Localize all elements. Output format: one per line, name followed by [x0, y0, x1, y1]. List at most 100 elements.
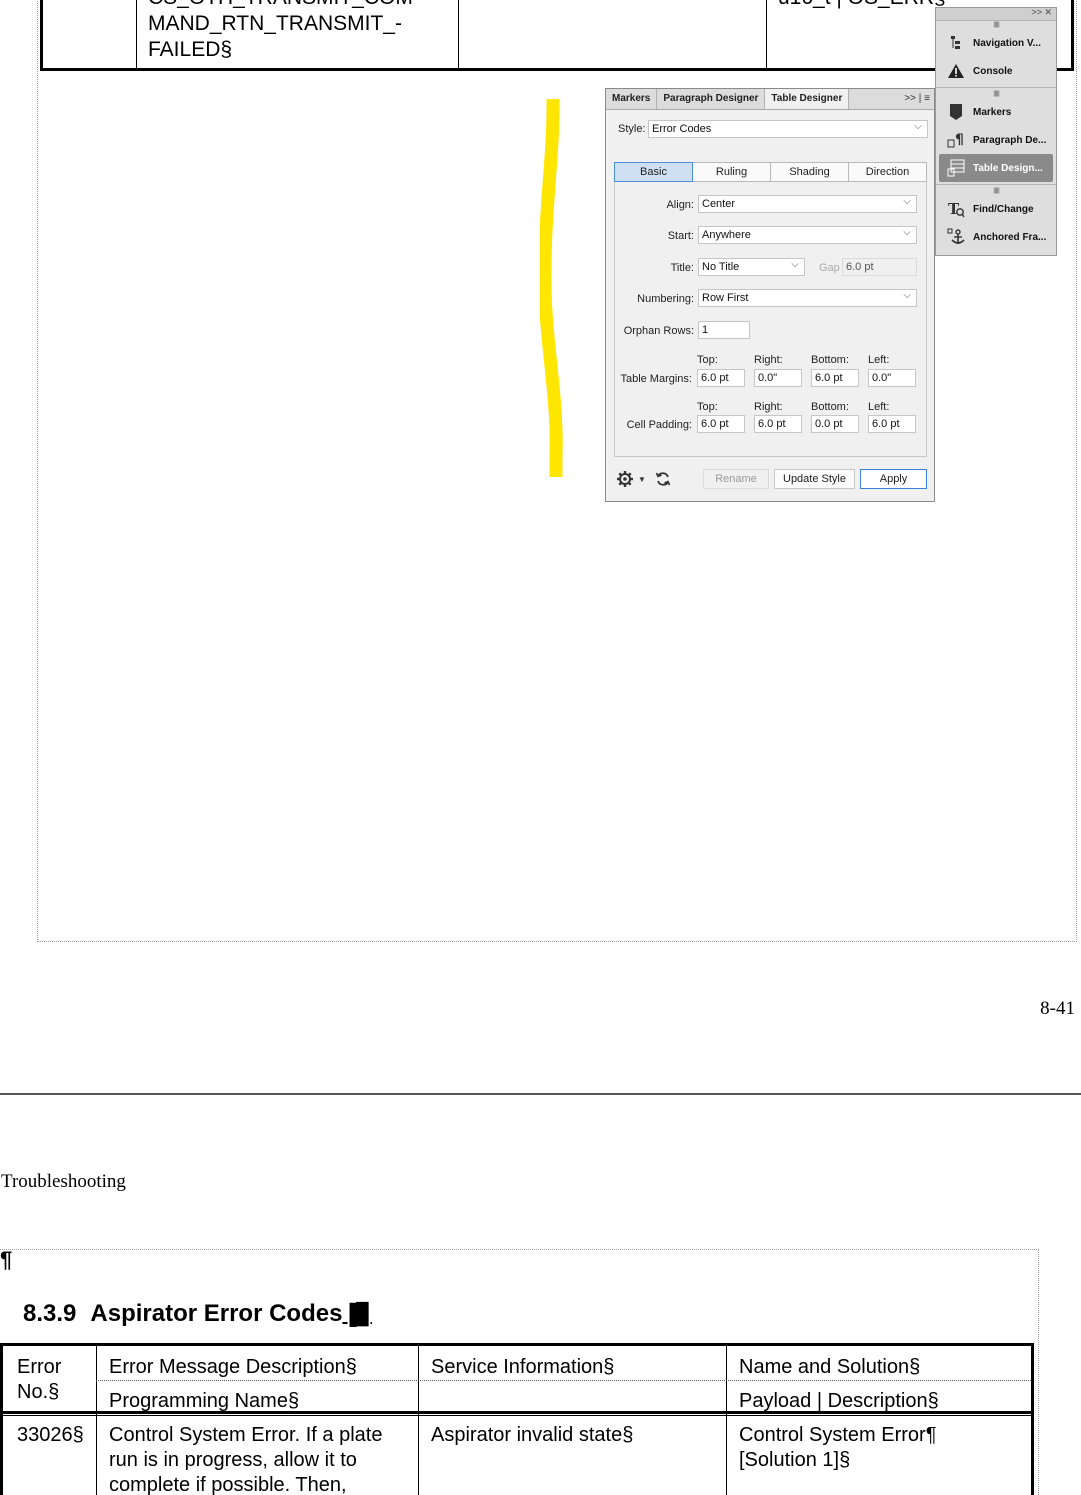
dock-grip[interactable]: |||||||||| [936, 187, 1056, 195]
panel-menu-icon[interactable]: >> | ≡ [904, 89, 930, 109]
header-name-solution[interactable]: Name and Solution§ [739, 1355, 920, 1380]
dock-controls[interactable]: >> ✕ [1031, 7, 1052, 18]
margin-right-field[interactable]: 0.0" [754, 369, 802, 387]
gap-field[interactable]: 6.0 pt [842, 258, 917, 276]
table-column-rule [96, 1346, 97, 1495]
header-service-information[interactable]: Service Information§ [431, 1355, 614, 1380]
padding-top-field[interactable]: 6.0 pt [697, 415, 745, 433]
table-column-rule [766, 0, 767, 68]
dock-item-markers[interactable]: Markers [936, 98, 1056, 126]
dock-title-bar[interactable]: >> ✕ [936, 7, 1056, 21]
padding-right-label: Right: [754, 401, 783, 413]
tab-paragraph-designer[interactable]: Paragraph Designer [657, 89, 766, 109]
margin-bottom-field[interactable]: 6.0 pt [811, 369, 859, 387]
gear-icon [617, 471, 633, 487]
dock-grip[interactable]: |||||||||| [936, 21, 1056, 29]
table-row-rule [96, 1380, 1031, 1381]
segment-ruling[interactable]: Ruling [693, 162, 771, 182]
dock-item-label: Find/Change [973, 203, 1034, 215]
warning-icon [946, 62, 966, 80]
start-label: Start: [667, 230, 694, 242]
rename-button[interactable]: Rename [703, 469, 769, 489]
cell-line: [Solution 1]§ [739, 1449, 851, 1471]
align-dropdown[interactable]: Center [698, 195, 917, 213]
property-segment-control: Basic Ruling Shading Direction [614, 162, 927, 182]
table-column-rule [418, 1346, 419, 1495]
margin-right-label: Right: [754, 354, 783, 366]
segment-direction[interactable]: Direction [849, 162, 927, 182]
table-column-rule [458, 0, 459, 68]
cell-line: FAILED§ [148, 38, 233, 61]
table-margins-label: Table Margins: [620, 373, 692, 385]
segment-basic[interactable]: Basic [614, 162, 693, 182]
dock-item-console[interactable]: Console [936, 57, 1056, 85]
cell-line: Control System Error¶ [739, 1424, 937, 1446]
dock-item-label: Anchored Fra... [973, 231, 1047, 243]
dock-item-find-change[interactable]: T Find/Change [936, 195, 1056, 223]
start-dropdown[interactable]: Anywhere [698, 226, 917, 244]
padding-left-field[interactable]: 6.0 pt [868, 415, 916, 433]
table-icon [946, 159, 966, 177]
header-error-no[interactable]: Error No.§ [17, 1355, 92, 1405]
section-title: Aspirator Error Codes [90, 1300, 343, 1327]
dock-item-paragraph-designer[interactable]: ¶ Paragraph De... [936, 126, 1056, 154]
orphan-rows-field[interactable]: 1 [698, 321, 750, 339]
style-label: Style: [618, 123, 646, 135]
cell-padding-label: Cell Padding: [626, 419, 692, 431]
refresh-icon[interactable] [655, 471, 671, 487]
top-table-fragment: CS_OTH_TRANSMIT_COM- MAND_RTN_TRANSMIT_-… [40, 0, 1074, 71]
apply-button[interactable]: Apply [860, 469, 927, 489]
page-separator [0, 1093, 1081, 1095]
gear-menu-button[interactable]: ▼ [616, 470, 646, 488]
table-column-rule [136, 0, 137, 68]
dock-item-table-designer[interactable]: Table Design... [939, 154, 1053, 182]
dock-item-label: Paragraph De... [973, 134, 1047, 146]
header-programming-name[interactable]: Programming Name§ [109, 1389, 299, 1414]
dock-item-navigation[interactable]: Navigation V... [936, 29, 1056, 57]
tab-markers[interactable]: Markers [606, 89, 658, 109]
table-cell-programming-name[interactable]: CS_OTH_TRANSMIT_COM- MAND_RTN_TRANSMIT_-… [148, 0, 420, 63]
yellow-highlighter-mark [540, 98, 563, 477]
header-payload-description[interactable]: Payload | Description§ [739, 1389, 939, 1414]
section-heading[interactable]: 8.3.9 Aspirator Error Codes▐▊ [23, 1300, 372, 1328]
dock-grip[interactable]: |||||||||| [936, 90, 1056, 98]
find-icon: T [946, 200, 966, 218]
dock-item-label: Markers [973, 106, 1012, 118]
cell-error-description[interactable]: Control System Error. If a plate run is … [109, 1423, 382, 1495]
numbering-dropdown[interactable]: Row First [698, 289, 917, 307]
cell-line: run is in progress, allow it to [109, 1449, 357, 1471]
title-dropdown[interactable]: No Title [698, 258, 805, 276]
paragraph-icon: ¶ [946, 131, 966, 149]
table-cell-payload[interactable]: u16_t | OS_ERR§ [778, 0, 946, 11]
segment-shading[interactable]: Shading [771, 162, 849, 182]
padding-bottom-field[interactable]: 0.0 pt [811, 415, 859, 433]
cell-service-info[interactable]: Aspirator invalid state§ [431, 1423, 633, 1448]
header-error-description[interactable]: Error Message Description§ [109, 1355, 357, 1380]
panel-dock: >> ✕ |||||||||| Navigation V... Console … [935, 7, 1057, 256]
gap-label: Gap [819, 262, 840, 274]
running-header: Troubleshooting [1, 1171, 126, 1192]
page-number: 8-41 [1040, 998, 1075, 1019]
style-dropdown[interactable]: Error Codes [648, 120, 928, 138]
margin-left-field[interactable]: 0.0" [868, 369, 916, 387]
dock-divider [936, 184, 1056, 185]
padding-right-field[interactable]: 6.0 pt [754, 415, 802, 433]
margin-left-label: Left: [868, 354, 890, 366]
tab-table-designer[interactable]: Table Designer [765, 89, 850, 109]
margin-top-field[interactable]: 6.0 pt [697, 369, 745, 387]
paragraph-mark: ¶ [0, 1247, 13, 1272]
dock-item-anchored-frame[interactable]: Anchored Fra... [936, 223, 1056, 251]
cell-line: Control System Error. If a plate [109, 1424, 383, 1446]
align-label: Align: [666, 199, 694, 211]
cell-error-no[interactable]: 33026§ [17, 1423, 84, 1448]
svg-text:¶: ¶ [955, 132, 964, 148]
chevron-down-icon: ▼ [638, 474, 646, 484]
padding-top-label: Top: [697, 401, 718, 413]
padding-left-label: Left: [868, 401, 890, 413]
dock-item-label: Navigation V... [973, 37, 1041, 49]
update-style-button[interactable]: Update Style [774, 469, 855, 489]
marker-icon [946, 103, 966, 121]
cell-solution[interactable]: Control System Error¶ [Solution 1]§ [739, 1423, 936, 1473]
table-designer-panel: Markers Paragraph Designer Table Designe… [605, 88, 935, 502]
table-anchor-marker: ▐▊ [342, 1304, 373, 1326]
